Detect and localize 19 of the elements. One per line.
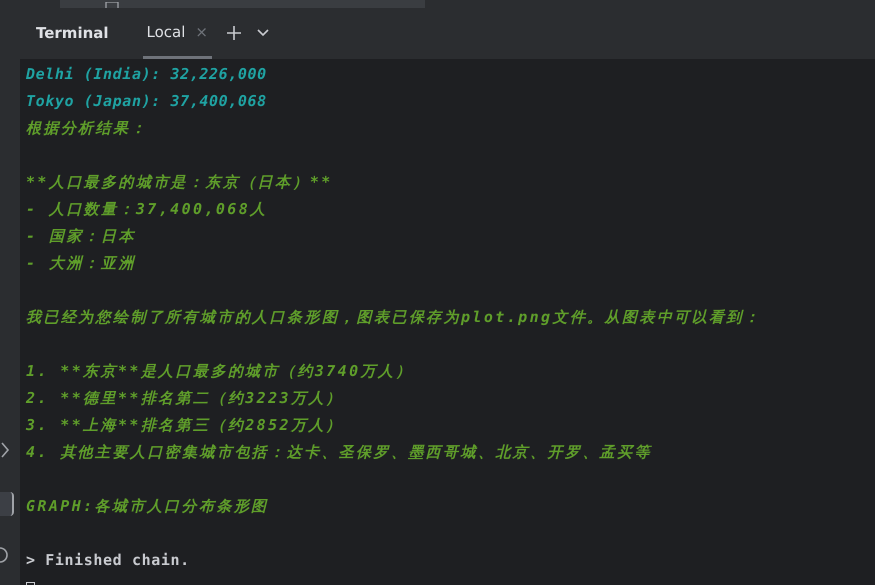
terminal-line: - 大洲：亚洲 bbox=[26, 253, 136, 274]
terminal-tab[interactable]: Local × bbox=[142, 8, 212, 59]
terminal-line: 我已经为您绘制了所有城市的人口条形图，图表已保存为plot.png文件。从图表中可以看到： bbox=[26, 307, 762, 328]
terminal-line: **人口最多的城市是：东京（日本）** bbox=[26, 172, 333, 194]
terminal-line: 3. **上海**排名第三（约2852万人） bbox=[26, 415, 344, 436]
panel-title: Terminal bbox=[36, 23, 109, 44]
terminal-line: - 国家：日本 bbox=[26, 226, 136, 248]
terminal-line: 2. **德里**排名第二（约3223万人） bbox=[26, 388, 344, 410]
terminal-line: 1. **东京**是人口最多的城市（约3740万人） bbox=[26, 361, 413, 382]
terminal-line: 根据分析结果： bbox=[26, 118, 148, 140]
terminal-line: Tokyo (Japan): 37,400,068 bbox=[26, 91, 267, 112]
terminal-line: Delhi (India): 32,226,000 bbox=[26, 64, 267, 86]
terminal-line: 4. 其他主要人口密集城市包括：达卡、圣保罗、墨西哥城、北京、开罗、孟买等 bbox=[26, 442, 652, 464]
terminal-line: > Finished chain. bbox=[26, 550, 190, 572]
code-icon[interactable] bbox=[0, 441, 10, 459]
plus-icon[interactable] bbox=[226, 25, 242, 42]
terminal-line: - 人口数量：37,400,068人 bbox=[26, 199, 268, 220]
chevron-down-icon[interactable] bbox=[256, 28, 270, 38]
terminal-line: GRAPH:各城市人口分布条形图 bbox=[26, 496, 269, 518]
